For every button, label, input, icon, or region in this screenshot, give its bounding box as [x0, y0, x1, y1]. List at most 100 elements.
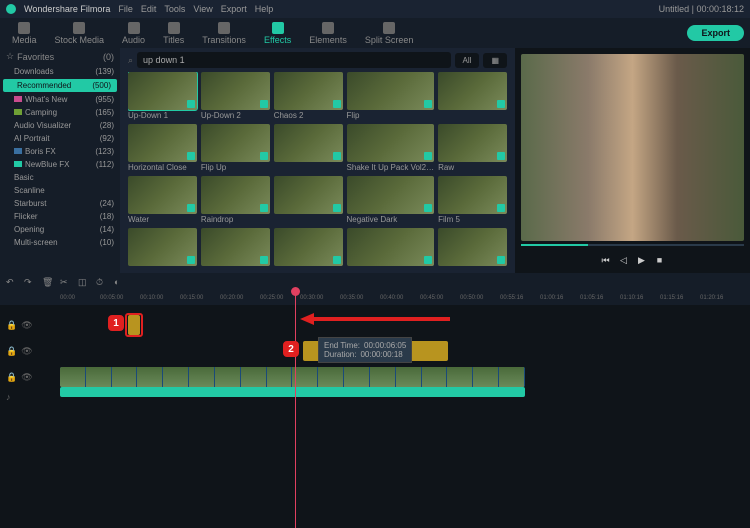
- effect-thumb[interactable]: [274, 72, 343, 110]
- download-icon[interactable]: [260, 256, 268, 264]
- effect-thumb[interactable]: [438, 72, 507, 110]
- menu-tools[interactable]: Tools: [164, 4, 185, 14]
- cut-icon[interactable]: ✂: [60, 277, 70, 287]
- tab-media[interactable]: Media: [6, 20, 43, 47]
- effect-item[interactable]: Up-Down 1: [128, 72, 197, 120]
- timeline-ruler[interactable]: 00:0000:05:0000:10:0000:15:0000:20:0000:…: [0, 291, 750, 305]
- effect-item[interactable]: Shake It Up Pack Vol2…: [347, 124, 435, 172]
- download-icon[interactable]: [187, 256, 195, 264]
- effect-item[interactable]: [347, 228, 435, 267]
- effect-item[interactable]: Negative Dark: [347, 176, 435, 224]
- effect-thumb[interactable]: [201, 176, 270, 214]
- effect-item[interactable]: [128, 228, 197, 267]
- music-icon[interactable]: ♪: [6, 392, 11, 402]
- effect-thumb[interactable]: [128, 176, 197, 214]
- effect-thumb[interactable]: [274, 124, 343, 162]
- menu-file[interactable]: File: [118, 4, 133, 14]
- sidebar-item-scanline[interactable]: Scanline: [0, 184, 120, 197]
- stop-icon[interactable]: ■: [655, 255, 665, 265]
- redo-icon[interactable]: ↷: [24, 277, 34, 287]
- play-icon[interactable]: ▶: [637, 255, 647, 265]
- export-button[interactable]: Export: [687, 25, 744, 41]
- tab-stock-media[interactable]: Stock Media: [49, 20, 111, 47]
- download-icon[interactable]: [497, 256, 505, 264]
- effect-item[interactable]: [438, 228, 507, 267]
- speed-icon[interactable]: ⏱: [96, 277, 106, 287]
- sidebar-item-what-s-new[interactable]: What's New(955): [0, 93, 120, 106]
- download-icon[interactable]: [187, 100, 195, 108]
- sidebar-item-multi-screen[interactable]: Multi-screen(10): [0, 236, 120, 249]
- sidebar-item-audio-visualizer[interactable]: Audio Visualizer(28): [0, 119, 120, 132]
- effect-thumb[interactable]: [128, 228, 197, 266]
- effect-item[interactable]: [274, 176, 343, 224]
- download-icon[interactable]: [424, 100, 432, 108]
- sidebar-item-recommended[interactable]: Recommended(500): [3, 79, 117, 92]
- download-icon[interactable]: [187, 152, 195, 160]
- effect-item[interactable]: Raindrop: [201, 176, 270, 224]
- effect-thumb[interactable]: [128, 72, 197, 110]
- sidebar-item-opening[interactable]: Opening(14): [0, 223, 120, 236]
- sidebar-item-basic[interactable]: Basic: [0, 171, 120, 184]
- tab-split-screen[interactable]: Split Screen: [359, 20, 420, 47]
- sidebar-item-boris-fx[interactable]: Boris FX(123): [0, 145, 120, 158]
- tab-audio[interactable]: Audio: [116, 20, 151, 47]
- download-icon[interactable]: [424, 256, 432, 264]
- color-icon[interactable]: ◐: [114, 277, 124, 287]
- download-icon[interactable]: [497, 204, 505, 212]
- effect-thumb[interactable]: [201, 124, 270, 162]
- download-icon[interactable]: [333, 204, 341, 212]
- preview-video[interactable]: [521, 54, 744, 241]
- filter-dropdown[interactable]: All: [455, 53, 480, 68]
- download-icon[interactable]: [333, 256, 341, 264]
- tab-titles[interactable]: Titles: [157, 20, 190, 47]
- menu-export[interactable]: Export: [221, 4, 247, 14]
- video-clip[interactable]: [60, 367, 525, 387]
- tab-transitions[interactable]: Transitions: [196, 20, 252, 47]
- effect-item[interactable]: [274, 124, 343, 172]
- step-back-icon[interactable]: ◁: [619, 255, 629, 265]
- sidebar-item-newblue-fx[interactable]: NewBlue FX(112): [0, 158, 120, 171]
- effect-item[interactable]: [438, 72, 507, 120]
- effect-item[interactable]: Chaos 2: [274, 72, 343, 120]
- effect-thumb[interactable]: [438, 176, 507, 214]
- menu-edit[interactable]: Edit: [141, 4, 157, 14]
- search-input[interactable]: [137, 52, 451, 68]
- preview-scrubber[interactable]: [521, 244, 744, 246]
- lock-icon[interactable]: 🔒: [6, 372, 17, 383]
- download-icon[interactable]: [497, 152, 505, 160]
- sidebar-item-ai-portrait[interactable]: AI Portrait(92): [0, 132, 120, 145]
- menu-help[interactable]: Help: [255, 4, 274, 14]
- effect-item[interactable]: Flip: [347, 72, 435, 120]
- download-icon[interactable]: [187, 204, 195, 212]
- effect-thumb[interactable]: [438, 124, 507, 162]
- sidebar-item-flicker[interactable]: Flicker(18): [0, 210, 120, 223]
- effect-thumb[interactable]: [347, 72, 435, 110]
- tab-elements[interactable]: Elements: [303, 20, 353, 47]
- undo-icon[interactable]: ↶: [6, 277, 16, 287]
- effect-item[interactable]: Raw: [438, 124, 507, 172]
- effect-item[interactable]: [274, 228, 343, 267]
- effect-item[interactable]: Flip Up: [201, 124, 270, 172]
- effect-item[interactable]: [201, 228, 270, 267]
- lock-icon[interactable]: 🔒: [6, 346, 17, 357]
- effect-thumb[interactable]: [274, 176, 343, 214]
- effect-thumb[interactable]: [347, 176, 435, 214]
- effect-thumb[interactable]: [438, 228, 507, 266]
- effect-item[interactable]: Water: [128, 176, 197, 224]
- sidebar-item-starburst[interactable]: Starburst(24): [0, 197, 120, 210]
- download-icon[interactable]: [260, 204, 268, 212]
- eye-icon[interactable]: 👁: [21, 346, 32, 357]
- sidebar-item-camping[interactable]: Camping(165): [0, 106, 120, 119]
- effect-item[interactable]: Up-Down 2: [201, 72, 270, 120]
- download-icon[interactable]: [333, 152, 341, 160]
- playhead[interactable]: [295, 291, 296, 528]
- menu-view[interactable]: View: [193, 4, 212, 14]
- download-icon[interactable]: [260, 152, 268, 160]
- effect-item[interactable]: Horizontal Close: [128, 124, 197, 172]
- effect-thumb[interactable]: [128, 124, 197, 162]
- effect-thumb[interactable]: [274, 228, 343, 266]
- download-icon[interactable]: [333, 100, 341, 108]
- lock-icon[interactable]: 🔒: [6, 320, 17, 331]
- effect-thumb[interactable]: [347, 124, 435, 162]
- prev-frame-icon[interactable]: ⏮: [601, 255, 611, 265]
